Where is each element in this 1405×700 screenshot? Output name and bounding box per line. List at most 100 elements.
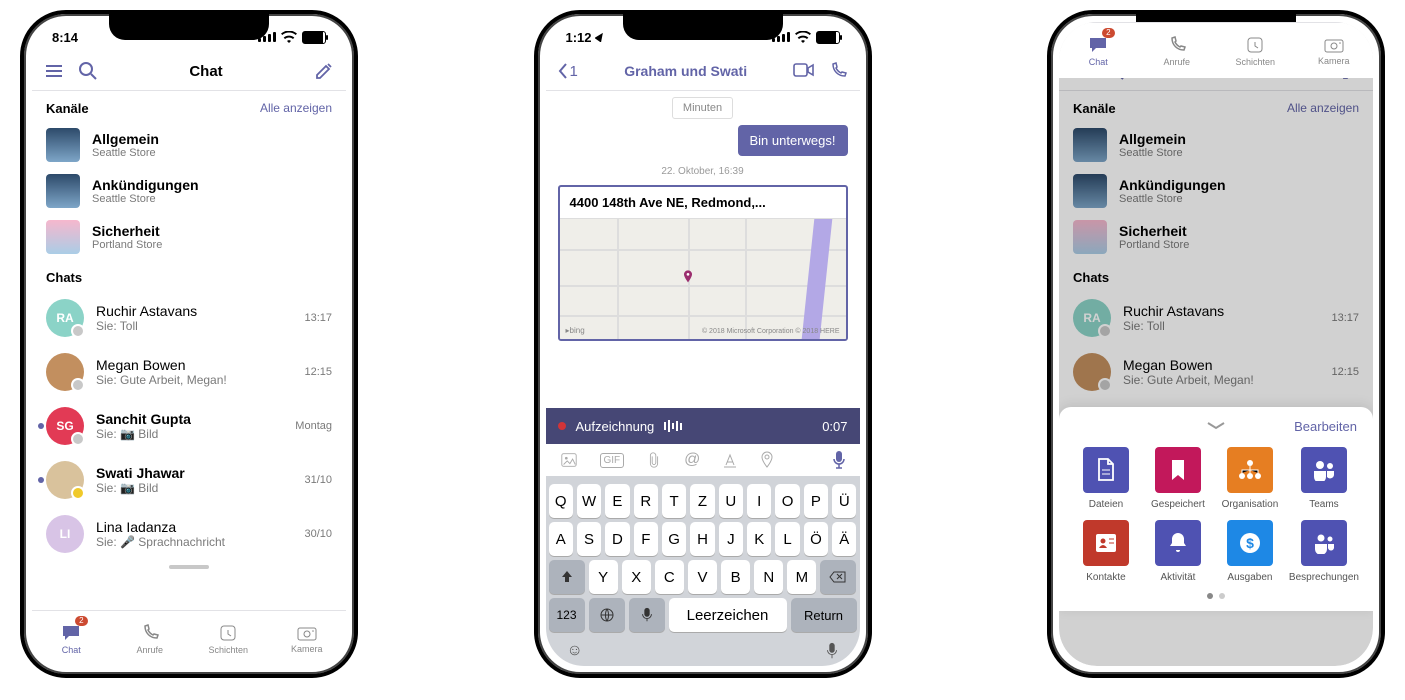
app-tile-file[interactable]: Dateien [1073, 447, 1139, 510]
attach-icon[interactable] [646, 451, 662, 469]
nav-tab-call[interactable]: Anrufe [111, 611, 190, 666]
edit-button[interactable]: Bearbeiten [1294, 419, 1357, 434]
key[interactable]: P [804, 484, 828, 518]
gif-icon[interactable]: GIF [600, 453, 625, 468]
nav-label: Kamera [1318, 56, 1350, 66]
return-key[interactable]: Return [791, 598, 857, 632]
chat-row[interactable]: SGSanchit GuptaSie: 📷 BildMontag [32, 399, 346, 453]
app-tile-money[interactable]: $Ausgaben [1217, 520, 1283, 583]
map-provider: ▸bing [566, 326, 585, 335]
channel-subtitle: Portland Store [92, 239, 162, 251]
channel-thumb [46, 174, 80, 208]
chevron-down-icon[interactable] [1204, 420, 1228, 432]
svg-text:$: $ [1246, 535, 1254, 551]
key[interactable]: E [605, 484, 629, 518]
key[interactable]: T [662, 484, 686, 518]
search-icon[interactable] [78, 61, 98, 81]
recording-bar[interactable]: Aufzeichnung 0:07 [546, 408, 860, 444]
key[interactable]: Z [690, 484, 714, 518]
chat-header: 1 Graham und Swati [546, 52, 860, 91]
dictate-key[interactable] [825, 642, 839, 660]
key[interactable]: O [775, 484, 799, 518]
space-key[interactable]: Leerzeichen [669, 598, 787, 632]
key[interactable]: L [775, 522, 799, 556]
nav-label: Schichten [208, 645, 248, 655]
nav-tab-chat[interactable]: 2Chat [32, 611, 111, 666]
backspace-key[interactable] [820, 560, 856, 594]
nav-tab-camera[interactable]: Kamera [268, 611, 347, 666]
chat-time: Montag [295, 420, 332, 432]
key[interactable]: I [747, 484, 771, 518]
key[interactable]: Y [589, 560, 618, 594]
unread-dot [38, 477, 44, 483]
key[interactable]: D [605, 522, 629, 556]
dictation-key[interactable] [629, 598, 665, 632]
header-title: Chat [189, 63, 222, 80]
key[interactable]: Q [549, 484, 573, 518]
outgoing-message[interactable]: Bin unterwegs! [738, 125, 848, 156]
chat-list-content: Kanäle Alle anzeigen AllgemeinSeattle St… [32, 91, 346, 610]
chat-row[interactable]: Megan BowenSie: Gute Arbeit, Megan!12:15 [32, 345, 346, 399]
channel-row[interactable]: AllgemeinSeattle Store [32, 122, 346, 168]
app-tile-teams[interactable]: Teams [1289, 447, 1359, 510]
channel-row[interactable]: SicherheitPortland Store [32, 214, 346, 260]
mention-icon[interactable]: @ [684, 451, 700, 469]
hamburger-icon[interactable] [44, 61, 64, 81]
audio-call-icon[interactable] [829, 62, 847, 80]
app-tile-bookmark[interactable]: Gespeichert [1145, 447, 1211, 510]
phone-app-drawer: 8:14 Chat KanäleAlle anzeigen [1047, 10, 1385, 678]
app-tile-meeting[interactable]: Besprechungen [1289, 520, 1359, 583]
nav-tab-camera[interactable]: Kamera [1295, 23, 1374, 78]
key[interactable]: K [747, 522, 771, 556]
numeric-key[interactable]: 123 [549, 598, 585, 632]
back-button[interactable]: 1 [558, 63, 578, 80]
key[interactable]: C [655, 560, 684, 594]
nav-tab-clock[interactable]: Schichten [189, 611, 268, 666]
key[interactable]: N [754, 560, 783, 594]
key[interactable]: J [719, 522, 743, 556]
nav-tab-chat[interactable]: 2Chat [1059, 23, 1138, 78]
show-all-channels-link[interactable]: Alle anzeigen [260, 101, 332, 116]
format-icon[interactable] [722, 452, 738, 468]
key[interactable]: W [577, 484, 601, 518]
image-icon[interactable] [560, 451, 578, 469]
location-icon[interactable] [760, 451, 774, 469]
app-tile-contact[interactable]: Kontakte [1073, 520, 1139, 583]
shift-key[interactable] [549, 560, 585, 594]
video-call-icon[interactable] [793, 62, 815, 80]
presence-indicator [71, 486, 85, 500]
app-tile-org[interactable]: Organisation [1217, 447, 1283, 510]
key[interactable]: H [690, 522, 714, 556]
key[interactable]: B [721, 560, 750, 594]
key[interactable]: F [634, 522, 658, 556]
key[interactable]: Ä [832, 522, 856, 556]
compose-icon[interactable] [314, 61, 334, 81]
globe-key[interactable] [589, 598, 625, 632]
drag-handle[interactable] [169, 565, 209, 569]
microphone-icon[interactable] [832, 450, 846, 470]
nav-tab-call[interactable]: Anrufe [1138, 23, 1217, 78]
key[interactable]: R [634, 484, 658, 518]
chat-row[interactable]: LILina IadanzaSie: 🎤 Sprachnachricht30/1… [32, 507, 346, 561]
key[interactable]: G [662, 522, 686, 556]
keyboard[interactable]: QWERTZUIOPÜ ASDFGHJKLÖÄ YXCVBNM 123 Leerz… [546, 476, 860, 666]
clock-icon [1245, 35, 1265, 55]
channel-row[interactable]: AnkündigungenSeattle Store [32, 168, 346, 214]
chat-title[interactable]: Graham und Swati [624, 63, 747, 79]
key[interactable]: X [622, 560, 651, 594]
key[interactable]: A [549, 522, 573, 556]
key[interactable]: M [787, 560, 816, 594]
map-copyright: © 2018 Microsoft Corporation © 2018 HERE [702, 328, 840, 335]
key[interactable]: V [688, 560, 717, 594]
key[interactable]: U [719, 484, 743, 518]
chat-name: Megan Bowen [96, 357, 292, 373]
chat-row[interactable]: RARuchir AstavansSie: Toll13:17 [32, 291, 346, 345]
nav-tab-clock[interactable]: Schichten [1216, 23, 1295, 78]
emoji-key[interactable]: ☺ [567, 642, 583, 660]
key[interactable]: Ü [832, 484, 856, 518]
location-card[interactable]: 4400 148th Ave NE, Redmond,... ▸bing © 2… [558, 185, 848, 341]
chat-row[interactable]: Swati JhawarSie: 📷 Bild31/10 [32, 453, 346, 507]
key[interactable]: S [577, 522, 601, 556]
app-tile-bell[interactable]: Aktivität [1145, 520, 1211, 583]
key[interactable]: Ö [804, 522, 828, 556]
